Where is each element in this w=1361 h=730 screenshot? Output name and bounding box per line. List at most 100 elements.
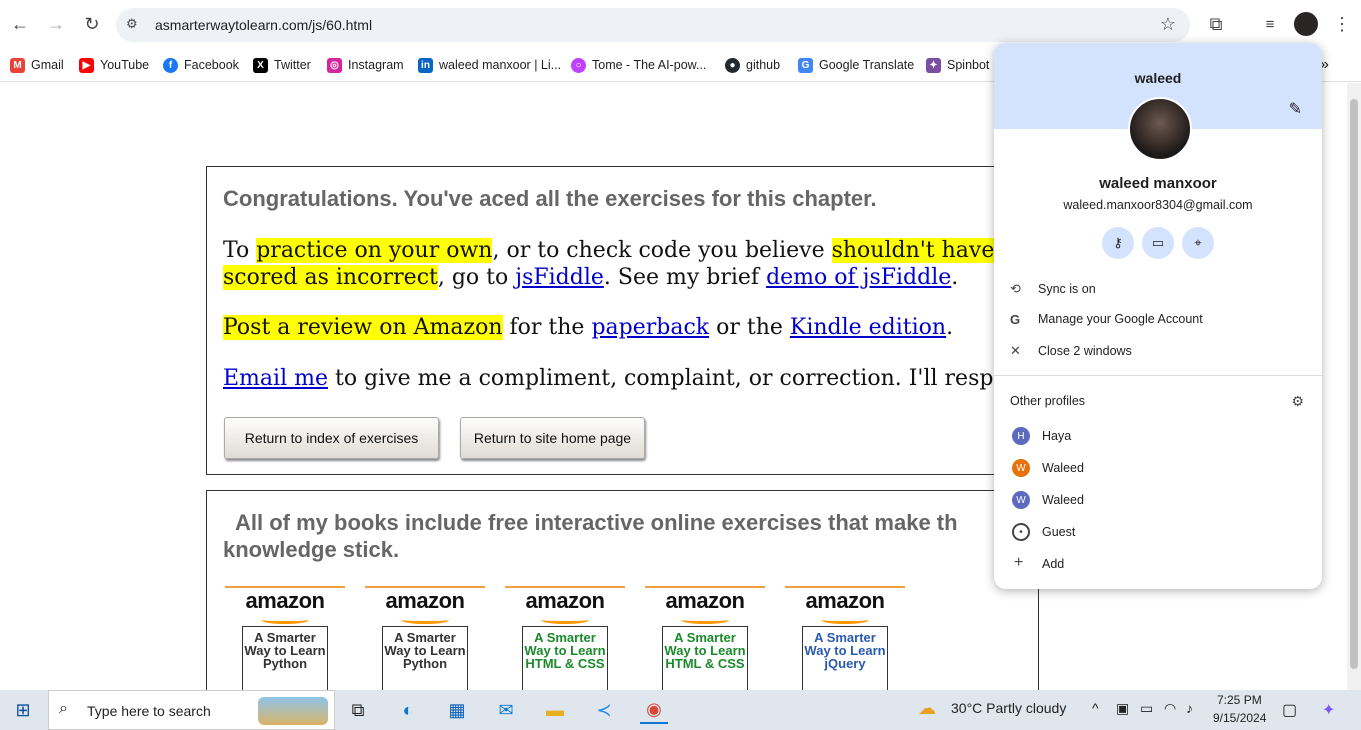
amazon-logo: amazon [805, 588, 885, 613]
profile-item-waleed-2[interactable]: Waleed [1042, 493, 1084, 507]
add-profile-plus-icon[interactable]: + [1014, 554, 1023, 572]
close-windows-row[interactable]: ✕ Close 2 windows [1010, 341, 1132, 361]
edge-browser-icon[interactable]: ◐ [394, 696, 422, 724]
bookmark-github[interactable]: ● github [725, 55, 780, 75]
amazon-logo: amazon [665, 588, 745, 613]
battery-icon[interactable]: ▭ [1140, 700, 1153, 717]
notifications-icon[interactable]: ▢ [1282, 700, 1297, 720]
google-g-icon: G [1010, 311, 1021, 327]
clock-time[interactable]: 7:25 PM [1217, 693, 1262, 707]
url-text[interactable]: asmarterwaytolearn.com/js/60.html [155, 17, 372, 33]
wifi-icon[interactable]: ◠ [1164, 700, 1176, 717]
profile-full-name: waleed manxoor [1099, 175, 1217, 192]
jsfiddle-demo-link[interactable]: demo of jsFiddle [766, 265, 951, 290]
address-bar[interactable]: ⚙ asmarterwaytolearn.com/js/60.html ☆ [116, 8, 1190, 42]
task-view-icon[interactable]: ⧉ [344, 696, 372, 724]
amazon-smile-icon [401, 616, 449, 624]
profile-menu: waleed ✎ waleed manxoor waleed.manxoor83… [994, 43, 1322, 589]
weather-icon[interactable]: ☁ [918, 698, 936, 719]
scrollbar-thumb[interactable] [1350, 99, 1358, 669]
jsfiddle-link[interactable]: jsFiddle [515, 265, 604, 290]
volume-icon[interactable]: ♪ [1186, 700, 1193, 716]
bookmark-instagram[interactable]: ◎ Instagram [327, 55, 404, 75]
bookmark-google-translate[interactable]: G Google Translate [798, 55, 914, 75]
profile-avatar-button[interactable] [1292, 10, 1320, 38]
windows-start-icon[interactable]: ⊞ [9, 696, 37, 724]
bookmark-gmail[interactable]: M Gmail [10, 55, 64, 75]
reading-list-icon[interactable]: ≡ [1256, 10, 1284, 38]
taskbar-search-box[interactable]: ⌕ Type here to search [48, 690, 335, 730]
book-card[interactable]: amazon A Smarter Way to Learn HTML & CSS [505, 586, 625, 690]
profile-avatar-waleed-2[interactable]: W [1012, 491, 1030, 509]
bookmark-star-icon[interactable]: ☆ [1160, 14, 1176, 35]
mail-icon[interactable]: ✉ [492, 696, 520, 724]
bookmark-facebook[interactable]: f Facebook [163, 55, 239, 75]
close-icon: ✕ [1010, 343, 1021, 358]
book-card[interactable]: amazon A Smarter Way to Learn Python [225, 586, 345, 690]
paperback-link[interactable]: paperback [591, 315, 709, 340]
bookmark-youtube[interactable]: ▶ YouTube [79, 55, 149, 75]
taskbar-search-placeholder: Type here to search [87, 703, 211, 719]
kindle-edition-link[interactable]: Kindle edition [790, 315, 946, 340]
weather-text[interactable]: 30°C Partly cloudy [951, 700, 1066, 716]
extensions-icon[interactable]: ⧉ [1202, 10, 1230, 38]
google-translate-icon: G [798, 57, 813, 73]
practice-paragraph: To practice on your own, or to check cod… [223, 237, 1038, 291]
meet-now-icon[interactable]: ▣ [1116, 700, 1129, 717]
return-to-home-button[interactable]: Return to site home page [460, 417, 645, 459]
bookmark-twitter[interactable]: X Twitter [253, 55, 311, 75]
profile-item-haya[interactable]: Haya [1042, 429, 1071, 443]
email-paragraph: Email me to give me a compliment, compla… [223, 366, 1035, 391]
reload-icon[interactable]: ↻ [78, 10, 106, 38]
vscode-icon[interactable]: ≺ [590, 696, 618, 724]
copilot-icon[interactable]: ✦ [1322, 700, 1335, 720]
bookmark-spinbot[interactable]: ✦ Spinbot [926, 55, 989, 75]
page-scrollbar[interactable] [1347, 83, 1361, 690]
email-me-link[interactable]: Email me [223, 366, 328, 391]
chrome-menu-icon[interactable]: ⋮ [1328, 10, 1356, 38]
profile-item-guest[interactable]: Guest [1042, 525, 1075, 539]
guest-icon[interactable]: • [1012, 523, 1030, 541]
facebook-icon: f [163, 57, 178, 73]
other-profiles-heading: Other profiles [1010, 394, 1086, 408]
addresses-location-icon[interactable]: ⌖ [1182, 227, 1214, 259]
manage-profiles-gear-icon[interactable]: ⚙ [1291, 393, 1304, 410]
tome-icon: ○ [571, 57, 586, 73]
file-explorer-icon[interactable]: ▬ [541, 696, 569, 724]
forward-icon[interactable]: → [42, 10, 70, 38]
bookmark-linkedin[interactable]: in waleed manxoor | Li... [418, 55, 561, 75]
amazon-logo: amazon [525, 588, 605, 613]
profile-email: waleed.manxoor8304@gmail.com [1063, 198, 1253, 212]
twitter-x-icon: X [253, 57, 268, 73]
back-icon[interactable]: ← [6, 10, 34, 38]
profile-header-name: waleed [1134, 70, 1182, 86]
gmail-icon: M [10, 57, 25, 73]
amazon-smile-icon [821, 616, 869, 624]
sync-status-row[interactable]: ⟲ Sync is on [1010, 279, 1096, 299]
microsoft-store-icon[interactable]: ▦ [443, 696, 471, 724]
manage-account-row[interactable]: G Manage your Google Account [1010, 309, 1203, 329]
bookmark-tome[interactable]: ○ Tome - The AI-pow... [571, 55, 706, 75]
edit-pencil-icon[interactable]: ✎ [1289, 99, 1302, 119]
profile-avatar-haya[interactable]: H [1012, 427, 1030, 445]
profile-avatar-waleed[interactable]: W [1012, 459, 1030, 477]
book-cover: A Smarter Way to Learn Python [242, 626, 328, 690]
books-heading-line2: knowledge stick. [223, 537, 400, 562]
passwords-key-icon[interactable]: ⚷ [1102, 227, 1134, 259]
book-card[interactable]: amazon A Smarter Way to Learn Python [365, 586, 485, 690]
book-card[interactable]: amazon A Smarter Way to Learn jQuery [785, 586, 905, 690]
profile-avatar [1128, 97, 1192, 161]
clock-date[interactable]: 9/15/2024 [1213, 711, 1266, 725]
book-cover: A Smarter Way to Learn HTML & CSS [522, 626, 608, 690]
payment-card-icon[interactable]: ▭ [1142, 227, 1174, 259]
book-card[interactable]: amazon A Smarter Way to Learn HTML & CSS [645, 586, 765, 690]
profile-item-waleed[interactable]: Waleed [1042, 461, 1084, 475]
return-to-index-button[interactable]: Return to index of exercises [224, 417, 439, 459]
chrome-icon[interactable]: ◉ [640, 696, 668, 724]
add-profile-item[interactable]: Add [1042, 557, 1064, 571]
show-hidden-icons-chevron-icon[interactable]: ^ [1092, 700, 1099, 716]
congrats-panel: Congratulations. You've aced all the exe… [206, 166, 1039, 475]
congrats-heading: Congratulations. You've aced all the exe… [223, 186, 877, 211]
github-icon: ● [725, 57, 740, 73]
site-info-icon[interactable]: ⚙ [126, 16, 144, 34]
